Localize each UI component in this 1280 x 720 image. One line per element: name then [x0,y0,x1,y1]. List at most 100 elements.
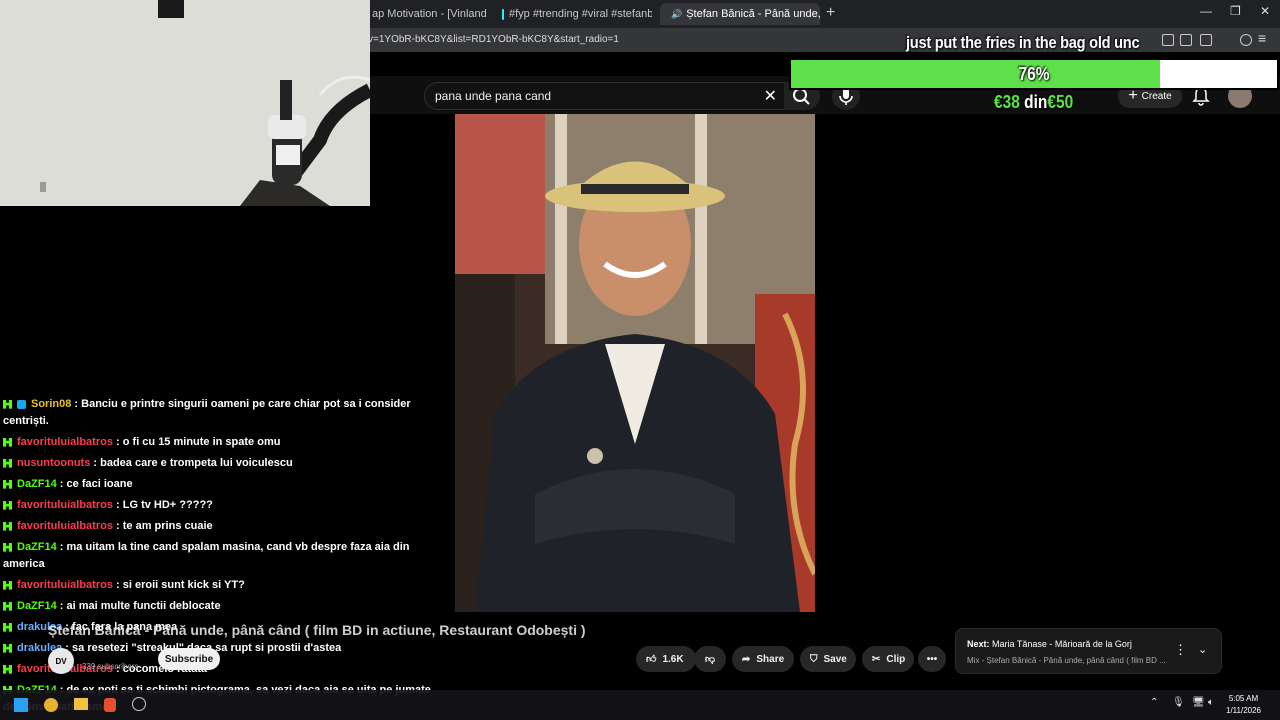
chat-separator: : [112,436,123,448]
kick-badge-icon [3,542,12,552]
next-subtitle: Mix - Ștefan Bănică - Până unde, până câ… [967,656,1166,665]
chat-message: DaZF14 : ce faci ioane [3,476,433,493]
network-icon[interactable]: 🖥︎ [1192,697,1205,708]
settings-icon[interactable] [132,697,146,711]
tab-label: #fyp #trending #viral #stefanbanica [509,8,652,20]
sidebar-icon[interactable] [1180,34,1192,46]
video-title: Ștefan Bănică - Până unde, până când ( f… [48,622,586,638]
plus-icon: + [1128,87,1138,104]
menu-icon[interactable]: ≡ [1258,30,1266,46]
chat-username[interactable]: DaZF14 [17,541,57,553]
maximize-icon[interactable]: ❐ [1230,4,1241,18]
file-explorer-icon[interactable] [74,698,88,710]
clip-button[interactable]: ✂ Clip [862,646,914,672]
new-tab-icon[interactable]: + [826,4,835,22]
clock-date: 1/11/2026 [1226,706,1261,715]
kebab-menu-icon[interactable]: ⋮ [1174,642,1187,658]
thumbs-up-icon: 👍︎ [646,654,657,665]
chat-username[interactable]: nusuntoonuts [17,457,90,469]
close-window-icon[interactable]: ✕ [1260,4,1270,18]
goal-percent: 76% [1018,64,1050,84]
tray-chevron-icon[interactable]: ⌃ [1150,697,1158,708]
url-text: v=1YObR-bKC8Y&list=RD1YObR-bKC8Y&start_r… [368,34,619,45]
chat-separator: : [56,600,67,612]
chat-message: DaZF14 : ai mai multe functii deblocate [3,598,433,615]
subscriber-count: 339 subscribers [82,662,139,671]
thumbs-down-icon: 👎︎ [704,654,716,665]
dislike-button[interactable]: 👎︎ [694,646,726,672]
create-label: Create [1141,90,1172,102]
tab-tiktok[interactable]: #fyp #trending #viral #stefanbanica [496,3,652,25]
chat-message: nusuntoonuts : badea care e trompeta lui… [3,455,433,472]
up-next-card[interactable]: Next: Maria Tănase - Mărioară de la Gorj… [955,628,1222,674]
kick-badge-icon [3,458,12,468]
chrome-icon[interactable] [44,698,58,712]
speaker-icon: 🔊 [671,8,683,19]
tab-youtube[interactable]: 🔊 Ștefan Bănică - Până unde, pâ ✕ [660,3,820,25]
channel-avatar[interactable]: DV [48,648,74,674]
next-prefix: Next: [967,639,990,649]
chat-username[interactable]: DaZF14 [17,600,57,612]
next-title: Maria Tănase - Mărioară de la Gorj [992,639,1132,649]
chat-username[interactable]: favorituluialbatros [17,579,113,591]
windows-start-icon[interactable] [14,698,28,712]
chat-text: ai mai multe functii deblocate [66,600,221,612]
chat-username[interactable]: favorituluialbatros [17,520,113,532]
tab-label: Ștefan Bănică - Până unde, pâ [686,8,820,20]
save-button[interactable]: ⛉ Save [800,646,856,672]
chat-text: ce faci ioane [66,478,133,490]
goal-title: just put the fries in the bag old unc [906,33,1140,52]
chat-text: LG tv HD+ ????? [122,499,213,511]
brave-icon[interactable] [104,698,116,712]
goal-progress-bar: 76% [789,58,1279,90]
tab-label: ap Motivation - [Vinland Saga] [372,8,490,20]
tab-vinland[interactable]: ap Motivation - [Vinland Saga] [366,3,490,25]
minimize-icon[interactable]: — [1200,4,1212,18]
chat-username[interactable]: Sorin08 [31,398,71,410]
wallet-icon[interactable] [1200,34,1212,46]
clock-time: 5:05 AM [1228,694,1259,703]
clear-search-icon[interactable]: ✕ [764,86,777,106]
chat-username[interactable]: favorituluialbatros [17,436,113,448]
like-count: 1.6K [662,653,684,665]
search-input[interactable]: pana unde pana cand ✕ [424,82,786,110]
chat-separator: : [56,478,67,490]
tiktok-icon [502,8,504,20]
chat-username[interactable]: DaZF14 [17,478,57,490]
search-value: pana unde pana cand [435,89,552,103]
more-actions-button[interactable]: ••• [918,646,946,672]
share-label: Share [756,653,785,665]
like-button[interactable]: 👍︎ 1.6K [636,646,696,672]
chat-text: si eroii sunt kick si YT? [122,579,245,591]
more-icon: ••• [926,653,938,665]
volume-icon[interactable]: 🔈︎ [1208,697,1214,708]
chat-text: o fi cu 15 minute in spate omu [122,436,281,448]
extension-icon[interactable] [1162,34,1174,46]
goal-target: €50 [1047,92,1074,112]
windows-taskbar: ⌃ 🎙︎ 🖥︎ 🔈︎ [0,690,1280,720]
kick-badge-icon [3,437,12,447]
chevron-down-icon[interactable]: ⌄ [1198,643,1207,656]
save-label: Save [823,653,847,665]
kick-badge-icon [3,622,12,632]
mic-tray-icon[interactable]: 🎙︎ [1172,697,1185,708]
chat-message: favorituluialbatros : te am prins cuaie [3,518,433,535]
next-label: Next: Maria Tănase - Mărioară de la Gorj [967,639,1132,649]
video-player[interactable] [455,114,815,612]
subscribe-button[interactable]: Subscribe [158,648,220,670]
kick-badge-icon [3,521,12,531]
chat-separator: : [56,541,67,553]
clock[interactable]: 5:05 AM 1/11/2026 [1226,693,1261,717]
kick-badge-icon [3,601,12,611]
webcam-overlay [0,0,370,206]
chat-message: favorituluialbatros : o fi cu 15 minute … [3,434,433,451]
chat-separator: : [112,520,123,532]
chat-separator: : [71,398,82,410]
share-button[interactable]: ➦ Share [732,646,794,672]
shield-icon[interactable] [1240,34,1252,46]
subscriber-badge-icon [17,399,26,409]
chat-username[interactable]: favorituluialbatros [17,499,113,511]
chat-message: favorituluialbatros : LG tv HD+ ????? [3,497,433,514]
chat-message: Sorin08 : Banciu e printre singurii oame… [3,396,433,430]
kick-badge-icon [3,643,12,653]
